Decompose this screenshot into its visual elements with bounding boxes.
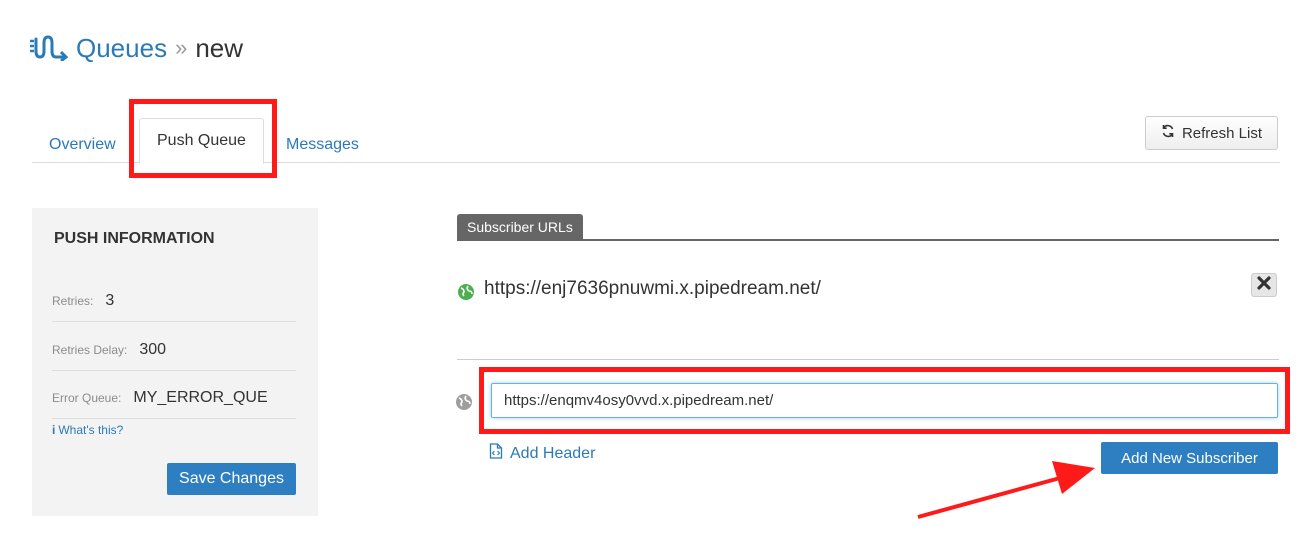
error-queue-value[interactable]: MY_ERROR_QUE — [133, 389, 267, 407]
globe-icon — [457, 283, 475, 306]
divider — [457, 359, 1279, 360]
page-title: new — [195, 32, 244, 63]
save-changes-button[interactable]: Save Changes — [167, 463, 296, 495]
panel-title: PUSH INFORMATION — [54, 230, 215, 247]
error-queue-label: Error Queue: — [52, 391, 122, 405]
whats-this-link[interactable]: i What's this? — [52, 423, 123, 437]
add-header-label: Add Header — [510, 444, 596, 462]
subscriber-urls-header: Subscriber URLs — [457, 214, 583, 240]
new-subscriber-url-input[interactable] — [491, 383, 1278, 418]
queue-logo-icon — [28, 35, 68, 61]
breadcrumb: Queues » new — [28, 30, 243, 66]
globe-inactive-icon — [455, 393, 473, 416]
retries-delay-row: Retries Delay: 300 — [52, 330, 296, 371]
retries-delay-label: Retries Delay: — [52, 343, 128, 357]
tab-messages[interactable]: Messages — [286, 128, 359, 162]
whats-this-label: What's this? — [58, 423, 124, 437]
refresh-list-button[interactable]: Refresh List — [1145, 116, 1278, 150]
refresh-list-label: Refresh List — [1181, 124, 1263, 142]
info-icon: i — [52, 423, 56, 437]
add-new-subscriber-button[interactable]: Add New Subscriber — [1101, 442, 1278, 474]
error-queue-row: Error Queue: MY_ERROR_QUE — [52, 378, 296, 419]
code-file-icon — [489, 443, 503, 464]
retries-row: Retries: 3 — [52, 281, 296, 322]
tab-bar: Overview Push Queue Messages — [32, 116, 1280, 164]
page: Queues » new Overview Push Queue Message… — [0, 0, 1300, 550]
add-header-link[interactable]: Add Header — [489, 443, 595, 464]
breadcrumb-queues-link[interactable]: Queues — [76, 33, 167, 64]
breadcrumb-separator: » — [175, 35, 188, 60]
subscriber-url: https://enj7636pnuwmi.x.pipedream.net/ — [484, 278, 821, 299]
refresh-icon — [1161, 124, 1175, 142]
retries-delay-value[interactable]: 300 — [139, 341, 166, 359]
retries-label: Retries: — [52, 294, 94, 308]
tab-overview[interactable]: Overview — [49, 128, 116, 162]
remove-subscriber-button[interactable] — [1251, 273, 1277, 297]
subscriber-header-rule — [457, 239, 1279, 241]
close-icon — [1257, 275, 1271, 295]
tab-push-queue[interactable]: Push Queue — [139, 118, 264, 164]
retries-value[interactable]: 3 — [105, 292, 114, 310]
